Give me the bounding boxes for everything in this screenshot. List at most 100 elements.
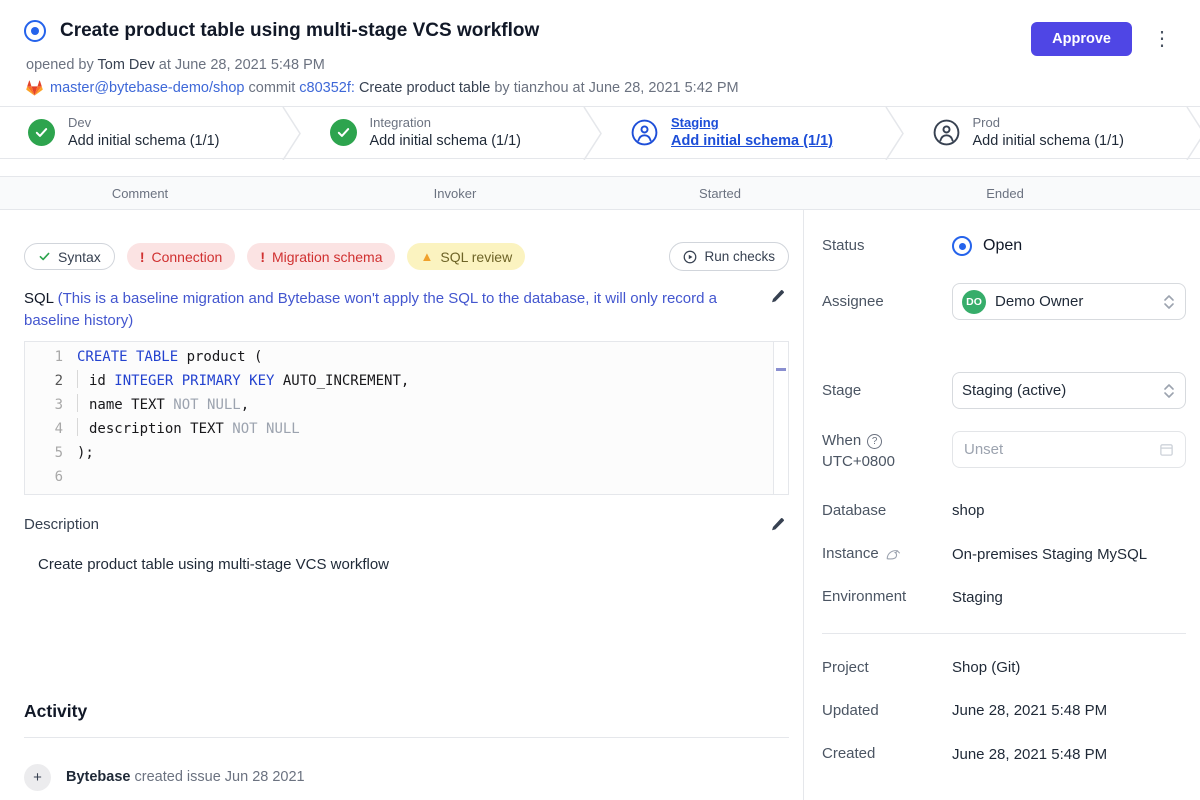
code-line-content: ); (77, 441, 94, 465)
updated-value: June 28, 2021 5:48 PM (952, 702, 1186, 719)
stage-name: Integration (370, 115, 522, 131)
when-datetime-input[interactable]: Unset (952, 431, 1186, 468)
opened-prefix: opened by (26, 57, 94, 73)
activity-actor: Bytebase (66, 769, 130, 785)
line-number: 1 (25, 345, 77, 369)
column-invoker: Invoker (280, 186, 630, 201)
edit-description-pencil-icon[interactable] (769, 516, 789, 536)
when-label: When (822, 431, 861, 451)
stage-separator (282, 107, 302, 160)
badge-label: Syntax (58, 249, 101, 265)
stage-task: Add initial schema (1/1) (68, 132, 220, 150)
code-line: 3name TEXT NOT NULL, (25, 393, 772, 417)
help-question-icon[interactable]: ? (867, 434, 882, 449)
commit-hash-link[interactable]: c80352f: (299, 80, 355, 96)
stage-select-label: Stage (822, 381, 952, 401)
stage-name: Prod (973, 115, 1125, 131)
kebab-menu-icon[interactable]: ⋮ (1148, 27, 1176, 51)
instance-label: Instance (822, 544, 879, 564)
sidebar-divider (822, 633, 1186, 634)
code-line-content: id INTEGER PRIMARY KEY AUTO_INCREMENT, (77, 369, 409, 393)
created-label: Created (822, 744, 952, 764)
vcs-branch-link[interactable]: master@bytebase-demo/shop (50, 80, 244, 96)
assignee-avatar: DO (962, 290, 986, 314)
stage-task: Add initial schema (1/1) (973, 132, 1125, 150)
line-number: 5 (25, 441, 77, 465)
sql-label: SQL (24, 290, 53, 307)
stage-separator (583, 107, 603, 160)
line-number: 6 (25, 465, 77, 489)
status-label: Status (822, 236, 952, 256)
description-label: Description (24, 516, 769, 536)
issue-sidebar: Status Open Assignee DO Demo Owner Stage… (803, 210, 1200, 800)
when-placeholder: Unset (964, 441, 1159, 458)
check-badge-sql-review[interactable]: ▲︎ SQL review (407, 243, 525, 270)
check-badge-syntax[interactable]: Syntax (24, 243, 115, 270)
database-label: Database (822, 501, 952, 521)
play-circle-icon (683, 250, 697, 264)
code-line: 1CREATE TABLE product ( (25, 345, 772, 369)
stage-task: Add initial schema (1/1) (671, 132, 833, 150)
run-checks-button[interactable]: Run checks (669, 242, 789, 271)
indent-guide (77, 394, 89, 412)
commit-word: commit (249, 80, 296, 96)
editor-scrollbar[interactable] (773, 342, 788, 494)
stage-assignee-icon (631, 119, 658, 146)
calendar-icon (1159, 442, 1174, 457)
code-line: 2id INTEGER PRIMARY KEY AUTO_INCREMENT, (25, 369, 772, 393)
stage-separator (1186, 107, 1200, 160)
vcs-commit-line: master@bytebase-demo/shop commit c80352f… (26, 80, 1176, 96)
chevron-updown-icon (1163, 383, 1175, 399)
stage-pipeline: Dev Add initial schema (1/1) Integration… (0, 106, 1200, 159)
stage-task: Add initial schema (1/1) (370, 132, 522, 150)
code-line-content: description TEXT NOT NULL (77, 417, 300, 441)
edit-sql-pencil-icon[interactable] (769, 288, 789, 308)
stage-done-check-icon (330, 119, 357, 146)
task-run-table-header: Comment Invoker Started Ended (0, 176, 1200, 210)
assignee-label: Assignee (822, 292, 952, 312)
issue-header: Create product table using multi-stage V… (0, 0, 1200, 106)
stage-name: Staging (671, 115, 833, 131)
line-number: 3 (25, 393, 77, 417)
updated-label: Updated (822, 701, 952, 721)
code-line-content: name TEXT NOT NULL, (77, 393, 249, 417)
environment-value: Staging (952, 589, 1186, 606)
stage-select[interactable]: Staging (active) (952, 372, 1186, 409)
status-value: Open (983, 237, 1022, 255)
chevron-updown-icon (1163, 294, 1175, 310)
issue-open-icon (24, 20, 46, 42)
issue-detail-panel: Syntax ! Connection ! Migration schema ▲… (0, 210, 803, 800)
sql-code-lines: 1CREATE TABLE product (2id INTEGER PRIMA… (25, 345, 772, 489)
project-value: Shop (Git) (952, 659, 1186, 676)
stage-separator (885, 107, 905, 160)
stage-integration[interactable]: Integration Add initial schema (1/1) (302, 107, 584, 158)
activity-divider (24, 737, 789, 738)
warning-triangle-icon: ▲︎ (420, 249, 433, 264)
error-mark-icon: ! (260, 249, 265, 265)
activity-item: + Bytebase created issue Jun 28 2021 (24, 764, 789, 791)
code-line: 5); (25, 441, 772, 465)
check-badge-migration-schema[interactable]: ! Migration schema (247, 243, 395, 270)
sql-editor[interactable]: 1CREATE TABLE product (2id INTEGER PRIMA… (24, 341, 789, 495)
column-ended: Ended (810, 186, 1200, 201)
stage-prod[interactable]: Prod Add initial schema (1/1) (905, 107, 1187, 158)
line-number: 2 (25, 369, 77, 393)
stage-dev[interactable]: Dev Add initial schema (1/1) (0, 107, 282, 158)
stage-select-value: Staging (active) (962, 382, 1163, 399)
commit-message: Create product table (359, 80, 490, 96)
assignee-select[interactable]: DO Demo Owner (952, 283, 1186, 320)
indent-guide (77, 418, 89, 436)
stage-staging[interactable]: Staging Add initial schema (1/1) (603, 107, 885, 158)
badge-label: Connection (151, 249, 222, 265)
stage-name: Dev (68, 115, 220, 131)
activity-action: created issue Jun 28 2021 (135, 769, 305, 785)
stage-done-check-icon (28, 119, 55, 146)
check-badge-connection[interactable]: ! Connection (127, 243, 236, 270)
status-open-icon (952, 236, 972, 256)
page-title: Create product table using multi-stage V… (60, 20, 1031, 42)
check-icon (38, 250, 51, 263)
database-value: shop (952, 502, 1186, 519)
approve-button[interactable]: Approve (1031, 22, 1132, 56)
code-line: 6 (25, 465, 772, 489)
commit-meta: by tianzhou at June 28, 2021 5:42 PM (494, 80, 738, 96)
